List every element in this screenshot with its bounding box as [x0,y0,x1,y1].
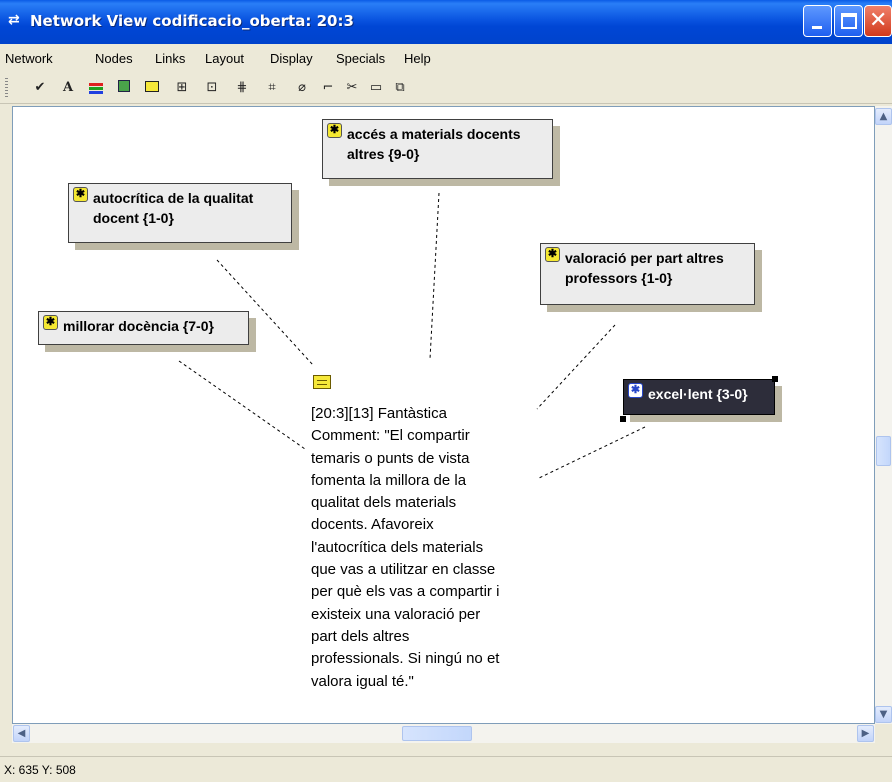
node-label: millorar docència {7-0} [63,318,214,334]
close-icon: ✕ [869,8,888,33]
code-star-icon: ✱ [73,187,88,202]
rectangle-icon[interactable] [142,78,162,98]
scroll-down-button[interactable]: ▼ [875,706,892,723]
scroll-up-button[interactable]: ▲ [875,108,892,125]
code-star-icon: ✱ [327,123,342,138]
title-bar: ⇄ Network View codificacio_oberta: 20:3 … [0,0,892,44]
node-label: autocrítica de la qualitat docent {1-0} [93,190,254,226]
link-excellent [536,426,646,480]
scrollbar-corner [875,724,892,743]
code-node-valoracio[interactable]: ✱ valoració per part altres professors {… [540,243,755,305]
scroll-left-button[interactable]: ◀ [13,725,30,742]
horizontal-scrollbar[interactable]: ◀ ▶ [12,724,875,743]
network-view-icon: ⇄ [8,12,20,28]
maximize-button[interactable] [834,5,863,37]
node-label: valoració per part altres professors {1-… [565,250,724,286]
menu-bar: Network Nodes Links Layout Display Speci… [0,44,892,70]
link-acces [429,192,440,360]
code-node-autocritica[interactable]: ✱ autocrítica de la qualitat docent {1-0… [68,183,292,243]
menu-display[interactable]: Display [270,51,313,66]
toolbar: ✔ A ⊞ ⊡ ⋕ ⌗ ⌀ ⌐ ✂ ▭ ⧉ [0,72,892,104]
code-star-icon: ✱ [628,383,643,398]
code-star-icon: ✱ [545,247,560,262]
menu-nodes[interactable]: Nodes [95,51,133,66]
network-alt-icon[interactable]: ⌗ [262,78,282,98]
code-star-icon: ✱ [43,315,58,330]
code-node-excellent[interactable]: ✱ excel·lent {3-0} [623,379,775,415]
link-icon[interactable]: ⌐ [318,78,338,98]
menu-specials[interactable]: Specials [336,51,385,66]
code-node-millorar[interactable]: ✱ millorar docència {7-0} [38,311,249,345]
comment-icon[interactable]: ▭ [366,78,386,98]
colors-icon[interactable] [86,78,106,98]
minimize-button[interactable] [803,5,832,37]
close-button[interactable]: ✕ [864,5,892,37]
node-label: excel·lent {3-0} [648,386,748,402]
resize-handle[interactable] [620,416,626,422]
horizontal-scroll-thumb[interactable] [402,726,472,741]
minimize-icon [812,26,822,29]
vertical-scrollbar[interactable]: ▲ ▼ [875,106,892,724]
eraser-icon[interactable]: ⌀ [292,78,312,98]
display-icon[interactable] [114,78,134,98]
quotation-text[interactable]: [20:3][13] Fantàstica Comment: "El compa… [311,403,541,693]
network-canvas[interactable]: ✱ accés a materials docents altres {9-0}… [12,106,875,724]
link-valoracio [536,324,616,410]
menu-layout[interactable]: Layout [205,51,244,66]
vertical-scroll-thumb[interactable] [876,436,891,466]
code-node-acces[interactable]: ✱ accés a materials docents altres {9-0} [322,119,553,179]
node-label: accés a materials docents altres {9-0} [347,126,521,162]
cut-icon[interactable]: ✂ [342,78,362,98]
maximize-icon [841,13,857,29]
copy-icon[interactable]: ⧉ [390,78,410,98]
layout-icon[interactable]: ⊞ [172,78,192,98]
menu-network[interactable]: Network [5,51,53,66]
quotation-icon[interactable] [313,375,331,389]
link-millorar [178,360,306,450]
menu-links[interactable]: Links [155,51,185,66]
font-icon[interactable]: A [58,78,78,98]
network-icon[interactable]: ⋕ [232,78,252,98]
window-title: Network View codificacio_oberta: 20:3 [30,12,354,30]
check-icon[interactable]: ✔ [30,78,50,98]
scroll-right-button[interactable]: ▶ [857,725,874,742]
toolbar-grip[interactable] [5,78,8,98]
menu-help[interactable]: Help [404,51,431,66]
status-bar: X: 635 Y: 508 [0,756,892,782]
resize-handle[interactable] [772,376,778,382]
cursor-coordinates: X: 635 Y: 508 [4,763,76,777]
import-icon[interactable]: ⊡ [202,78,222,98]
